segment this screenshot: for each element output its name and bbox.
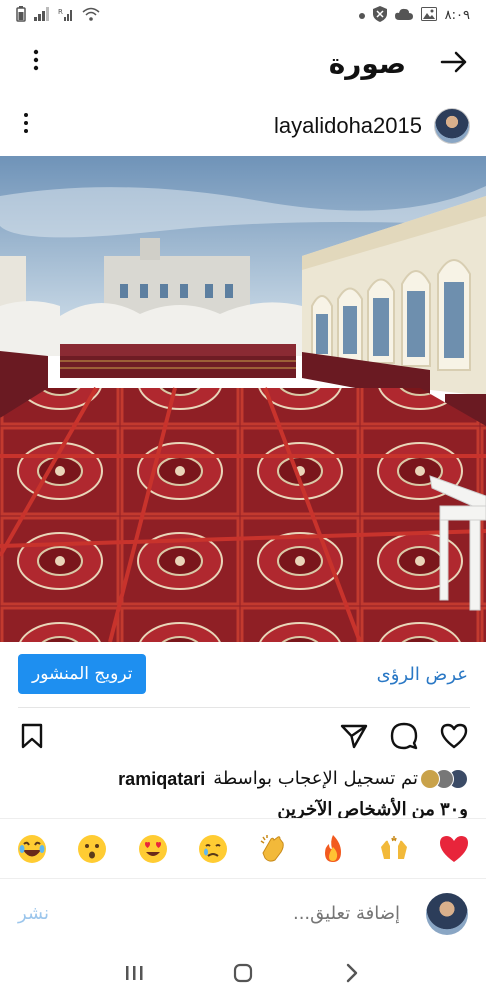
surprised-face-emoji[interactable] [74,831,110,867]
heart-icon[interactable] [440,722,468,750]
user-block[interactable]: layalidoha2015 [274,108,470,144]
home-icon[interactable] [223,962,263,989]
divider [18,707,470,708]
comment-bar: نشر [0,878,486,948]
red-heart-emoji[interactable] [436,831,472,867]
signal-r-icon: R [58,7,74,23]
likes-suffix: و٣٠ من الأشخاص الآخرين [277,799,468,818]
engagement-icons-row [0,718,486,754]
send-icon[interactable] [340,722,368,750]
laughing-face-emoji[interactable] [14,831,50,867]
heart-eyes-emoji[interactable] [135,831,171,867]
avatar [426,892,468,935]
view-insights-link[interactable]: عرض الرؤى [377,664,468,685]
likes-prefix: تم تسجيل الإعجاب بواسطة [213,768,418,789]
status-left: R [16,6,100,24]
arrow-right-icon[interactable] [440,47,468,80]
dot-icon [358,9,365,21]
bookmark-icon[interactable] [18,722,46,750]
shield-icon [372,6,387,24]
page-title: صورة [328,46,406,80]
post-username[interactable]: layalidoha2015 [274,113,422,139]
icons-group [340,722,468,750]
clock: ٨:٠٩ [444,7,470,23]
kebab-icon[interactable] [24,49,48,77]
promote-post-button[interactable]: ترويج المنشور [18,654,147,694]
post-photo [0,156,486,642]
status-bar: R ٨:٠٩ [0,0,486,30]
post-comment-button[interactable]: نشر [18,903,49,924]
comment-input[interactable] [49,903,400,924]
crying-face-emoji[interactable] [195,831,231,867]
post-image[interactable] [0,156,486,642]
likes-summary[interactable]: تم تسجيل الإعجاب بواسطة ramiqatari و٣٠ م… [0,764,486,818]
battery-icon [16,6,26,24]
emoji-quick-bar [0,818,486,878]
post-kebab-icon[interactable] [14,112,38,140]
post-header: layalidoha2015 [0,104,486,148]
fire-emoji[interactable] [315,831,351,867]
svg-text:R: R [58,8,63,16]
raising-hands-emoji[interactable] [376,831,412,867]
clapping-hands-emoji[interactable] [255,831,291,867]
post-actions-row: ترويج المنشور عرض الرؤى [0,652,486,696]
signal-icon [34,7,50,23]
recents-icon[interactable] [114,963,154,987]
back-icon[interactable] [332,963,372,988]
liker-avatars [420,769,468,789]
likes-line: تم تسجيل الإعجاب بواسطة ramiqatari [18,764,468,794]
comment-icon[interactable] [390,722,418,750]
liker-username[interactable]: ramiqatari [118,764,205,794]
wifi-icon [82,7,100,23]
system-nav-bar [0,950,486,1000]
cloud-icon [394,8,413,22]
liker-avatar [420,769,440,789]
avatar[interactable] [434,108,470,144]
image-icon [420,7,437,23]
top-header: صورة [0,38,486,88]
status-right: ٨:٠٩ [358,6,470,24]
